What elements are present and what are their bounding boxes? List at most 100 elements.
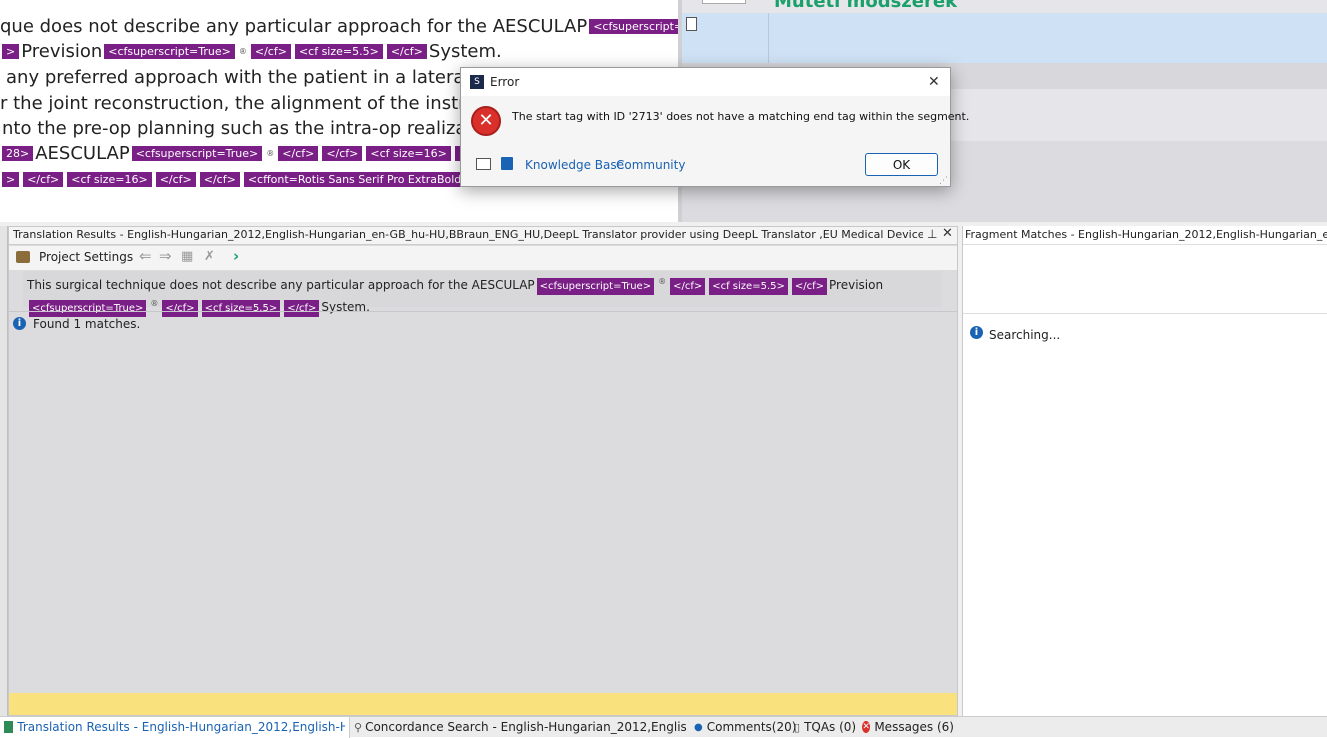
tab-comments[interactable]: ● Comments(20) <box>690 717 796 738</box>
info-text: Searching... <box>989 328 1061 342</box>
source-text: r the joint reconstruction, the alignmen… <box>0 92 506 114</box>
tag-badge[interactable]: <cf size=5.5> <box>294 43 383 59</box>
tag-badge[interactable]: </cf> <box>670 278 706 295</box>
source-line[interactable]: > </cf> <cf size=16> </cf> </cf> <cffont… <box>0 166 520 192</box>
separator <box>963 313 1327 314</box>
tag-badge[interactable]: </cf> <box>791 278 828 295</box>
tag-badge[interactable]: </cf> <box>284 300 320 317</box>
search-icon: ⚲ <box>354 720 363 734</box>
target-row-active[interactable] <box>682 13 1327 63</box>
window-icon[interactable] <box>476 158 491 170</box>
panel-title: Fragment Matches - English-Hungarian_201… <box>965 228 1327 241</box>
pin-icon[interactable]: ⊥ <box>927 227 937 241</box>
tag-badge[interactable]: </cf> <box>162 300 198 317</box>
error-dialog: S Error ✕ ✕ The start tag with ID '2713'… <box>460 67 970 187</box>
tag-badge[interactable]: <cfsuperscript=True> <box>536 278 655 295</box>
source-line[interactable]: > Prevision <cfsuperscript=True> ® </cf>… <box>0 38 502 64</box>
project-settings-button[interactable]: Project Settings <box>39 250 133 264</box>
source-line[interactable]: 28> AESCULAP <cfsuperscript=True> ® </cf… <box>0 140 484 166</box>
tab-messages[interactable]: ✕ Messages (6) <box>858 717 958 738</box>
highlight-bar <box>9 693 957 715</box>
target-row[interactable]: Műtéti módszerek <box>682 0 1327 13</box>
error-icon: ✕ <box>862 721 871 733</box>
tab-concordance-search[interactable]: ⚲ Concordance Search - English-Hungarian… <box>350 717 690 738</box>
resize-grip-icon[interactable]: ⋰ <box>939 176 948 186</box>
tag-badge[interactable]: </cf> <box>23 171 64 187</box>
tag-badge[interactable]: > <box>2 43 20 59</box>
tag-badge[interactable]: </cf> <box>322 145 363 161</box>
tag-badge[interactable]: 28> <box>2 145 34 161</box>
tag-badge[interactable]: <cf size=5.5> <box>709 278 788 295</box>
tag-badge[interactable]: </cf> <box>155 171 196 187</box>
registered-icon: ® <box>238 46 247 56</box>
grid-icon[interactable]: ▦ <box>181 249 193 264</box>
tag-badge[interactable]: <cfsuperscript=True> <box>29 300 147 317</box>
ok-button[interactable]: OK <box>865 153 938 176</box>
dialog-title: Error <box>490 75 520 89</box>
tag-badge[interactable]: <cfsuperscript=True> <box>131 145 263 161</box>
registered-icon: ® <box>658 277 667 286</box>
source-line[interactable]: que does not describe any particular app… <box>0 13 734 39</box>
info-text: Found 1 matches. <box>33 317 141 331</box>
tag-badge[interactable]: <cf size=16> <box>67 171 152 187</box>
close-icon[interactable]: ✕ <box>942 226 953 241</box>
tag-badge[interactable]: <cfsuperscript=True> <box>104 43 235 59</box>
separator <box>963 244 1327 245</box>
registered-icon: ® <box>150 299 159 308</box>
registered-icon: ® <box>266 148 275 158</box>
translation-results-panel: Translation Results - English-Hungarian_… <box>8 226 958 716</box>
settings-icon[interactable] <box>16 251 30 263</box>
status-box <box>702 0 746 4</box>
comment-icon: ● <box>694 721 703 733</box>
panel-header: Translation Results - English-Hungarian_… <box>9 226 957 245</box>
tag-badge[interactable]: <cf size=5.5> <box>201 300 281 317</box>
grid-icon <box>4 721 14 733</box>
tab-label: Translation Results - English-Hungarian_… <box>17 720 345 734</box>
close-icon[interactable]: ✕ <box>928 74 940 90</box>
source-text: System. <box>428 40 502 62</box>
next-icon[interactable]: › <box>233 247 239 265</box>
source-text: Prevision <box>21 40 103 62</box>
panel-title: Translation Results - English-Hungarian_… <box>13 228 923 241</box>
tools-icon[interactable]: ✗ <box>204 249 215 264</box>
info-icon: i <box>970 326 983 339</box>
tag-badge[interactable]: </cf> <box>199 171 240 187</box>
document-icon <box>686 17 697 31</box>
clipboard-icon: ▯ <box>794 720 801 734</box>
column-separator <box>768 13 769 63</box>
toolbar: Project Settings ⇐ ⇒ ▦ ✗ › <box>9 246 957 270</box>
source-line[interactable]: r the joint reconstruction, the alignmen… <box>0 90 506 116</box>
source-text: AESCULAP <box>35 142 130 164</box>
source-text: que does not describe any particular app… <box>0 15 588 37</box>
arrow-right-icon[interactable]: ⇒ <box>159 247 172 265</box>
tab-tqas[interactable]: ▯ TQAs (0) <box>790 717 858 738</box>
dialog-titlebar[interactable]: S Error ✕ <box>461 68 950 96</box>
source-line[interactable]: any preferred approach with the patient … <box>6 64 509 90</box>
status-bar: Translation Results - English-Hungarian_… <box>0 716 1327 738</box>
tab-label: TQAs (0) <box>804 720 857 734</box>
tab-translation-results[interactable]: Translation Results - English-Hungarian_… <box>0 716 350 738</box>
translation-result-item[interactable]: This surgical technique does not describ… <box>23 271 941 317</box>
error-icon: ✕ <box>471 106 501 136</box>
fragment-matches-panel: Fragment Matches - English-Hungarian_201… <box>962 226 1327 736</box>
tag-badge[interactable]: </cf> <box>386 43 427 59</box>
arrow-left-icon[interactable]: ⇐ <box>139 247 152 265</box>
tab-label: Messages (6) <box>874 720 954 734</box>
tab-label: Concordance Search - English-Hungarian_2… <box>365 720 686 734</box>
save-icon[interactable] <box>501 157 513 170</box>
knowledge-base-link[interactable]: Knowledge Base <box>525 158 624 172</box>
tag-badge[interactable]: </cf> <box>250 43 291 59</box>
target-heading: Műtéti módszerek <box>774 0 958 12</box>
tag-badge[interactable]: > <box>2 171 20 187</box>
tab-label: Comments(20) <box>706 720 797 734</box>
tag-badge[interactable]: </cf> <box>278 145 319 161</box>
error-message: The start tag with ID '2713' does not ha… <box>512 110 970 123</box>
bottom-panels: Translation Results - English-Hungarian_… <box>0 222 1327 737</box>
source-text: nto the pre-op planning such as the intr… <box>2 117 501 139</box>
dialog-body: ✕ The start tag with ID '2713' does not … <box>461 96 970 186</box>
source-line[interactable]: nto the pre-op planning such as the intr… <box>2 115 501 141</box>
separator <box>9 311 957 312</box>
result-text: Prevision <box>829 278 884 292</box>
community-link[interactable]: Community <box>616 158 685 172</box>
tag-badge[interactable]: <cf size=16> <box>366 145 451 161</box>
